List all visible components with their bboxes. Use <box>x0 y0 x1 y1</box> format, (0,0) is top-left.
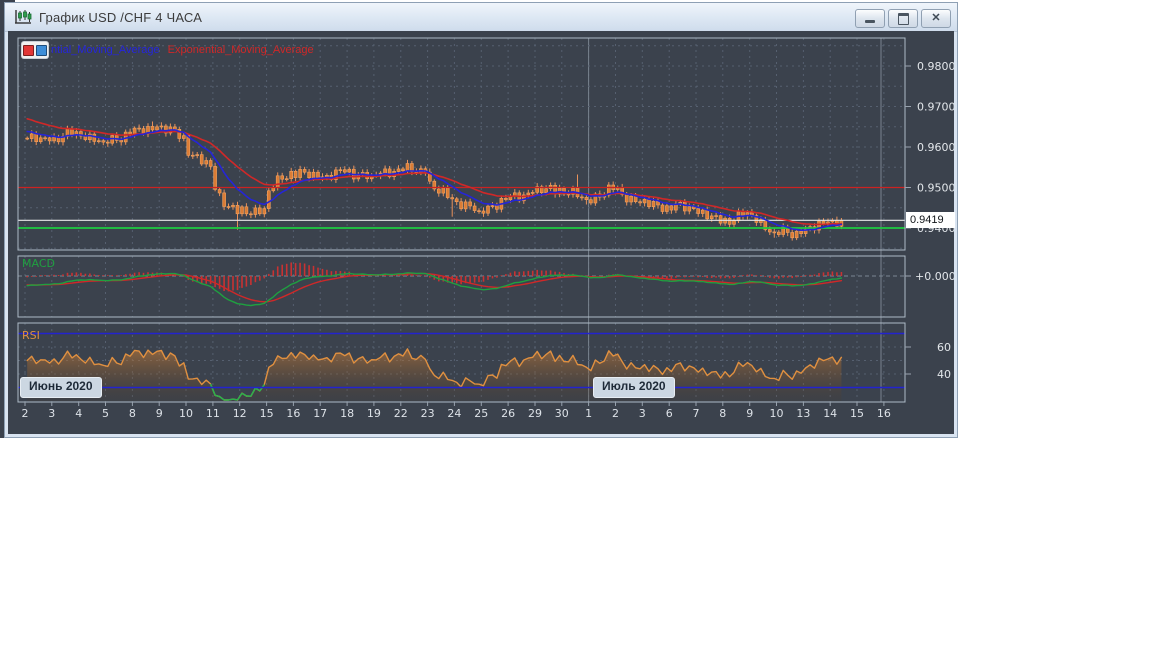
current-price-box: 0.9419 <box>906 212 955 228</box>
window-controls: ✕ <box>855 9 951 28</box>
svg-text:22: 22 <box>394 407 408 420</box>
svg-text:9: 9 <box>746 407 753 420</box>
window-titlebar[interactable]: График USD /CHF 4 ЧАСА ✕ <box>5 3 957 32</box>
svg-text:24: 24 <box>447 407 461 420</box>
ma-slow-label: Exponential_Moving_Average <box>167 44 314 56</box>
price-axis: 0.98000.97000.96000.95000.9400 <box>905 60 954 235</box>
legend-buttons <box>22 42 48 58</box>
chart-client-area: 0.9800 0.9700 0.9600 0.9500 0.9400 +0.000 60 40… <box>8 31 955 434</box>
svg-text:11: 11 <box>206 407 220 420</box>
svg-text:10: 10 <box>179 407 193 420</box>
svg-text:25: 25 <box>474 407 488 420</box>
grid-horizontal <box>18 45 905 249</box>
svg-text:14: 14 <box>823 407 837 420</box>
svg-text:12: 12 <box>233 407 247 420</box>
svg-text:9: 9 <box>156 407 163 420</box>
svg-text:23: 23 <box>421 407 435 420</box>
restore-button[interactable] <box>888 9 918 28</box>
candlestick-chart-icon <box>15 9 32 24</box>
svg-text:7: 7 <box>693 407 700 420</box>
minimize-button[interactable] <box>855 9 885 28</box>
month-marker-june: Июнь 2020 <box>20 377 102 398</box>
month-marker-july: Июль 2020 <box>593 377 675 398</box>
svg-text:15: 15 <box>260 407 274 420</box>
chart-window: График USD /CHF 4 ЧАСА ✕ 0.9800 0.9700 0.9… <box>4 2 958 438</box>
svg-text:13: 13 <box>796 407 810 420</box>
svg-text:10: 10 <box>770 407 784 420</box>
close-icon: ✕ <box>931 12 941 24</box>
restore-icon <box>897 12 909 25</box>
svg-text:5: 5 <box>102 407 109 420</box>
indicator-legend: ntial_Moving_Average Exponential_Moving_… <box>22 42 314 58</box>
time-axis: 2 3 4 5 8 9 10 11 12 15 16 17 18 19 22 23 24 25 26 29 30 1 2 3 6… <box>22 402 891 420</box>
candles <box>25 121 844 241</box>
blue-square-button[interactable] <box>36 44 47 56</box>
svg-text:0.9600: 0.9600 <box>917 141 954 154</box>
svg-text:0.9700: 0.9700 <box>917 101 954 114</box>
macd-label: MACD <box>22 257 55 270</box>
svg-text:1: 1 <box>585 407 592 420</box>
svg-text:16: 16 <box>286 407 300 420</box>
svg-text:4: 4 <box>75 407 82 420</box>
macd-zero-label: +0.000 <box>915 270 954 283</box>
svg-text:0.9800: 0.9800 <box>917 60 954 73</box>
svg-text:17: 17 <box>313 407 327 420</box>
svg-text:60: 60 <box>937 341 951 354</box>
svg-text:18: 18 <box>340 407 354 420</box>
svg-text:40: 40 <box>937 368 951 381</box>
svg-text:8: 8 <box>719 407 726 420</box>
svg-text:30: 30 <box>555 407 569 420</box>
svg-text:6: 6 <box>666 407 673 420</box>
rsi-label: RSI <box>22 329 40 342</box>
svg-text:16: 16 <box>877 407 891 420</box>
minimize-icon <box>865 20 875 23</box>
svg-text:19: 19 <box>367 407 381 420</box>
svg-text:3: 3 <box>48 407 55 420</box>
svg-text:3: 3 <box>639 407 646 420</box>
svg-text:26: 26 <box>501 407 515 420</box>
svg-text:15: 15 <box>850 407 864 420</box>
red-square-button[interactable] <box>23 44 34 56</box>
svg-text:0.9500: 0.9500 <box>917 182 954 195</box>
svg-text:2: 2 <box>22 407 29 420</box>
svg-text:2: 2 <box>612 407 619 420</box>
svg-text:8: 8 <box>129 407 136 420</box>
ma-fast-label: ntial_Moving_Average <box>51 44 160 56</box>
svg-text:29: 29 <box>528 407 542 420</box>
close-button[interactable]: ✕ <box>921 9 951 28</box>
chart-canvas[interactable]: 0.98000.97000.96000.95000.9400+0.0006040… <box>8 31 954 434</box>
window-title: График USD /CHF 4 ЧАСА <box>39 9 203 25</box>
